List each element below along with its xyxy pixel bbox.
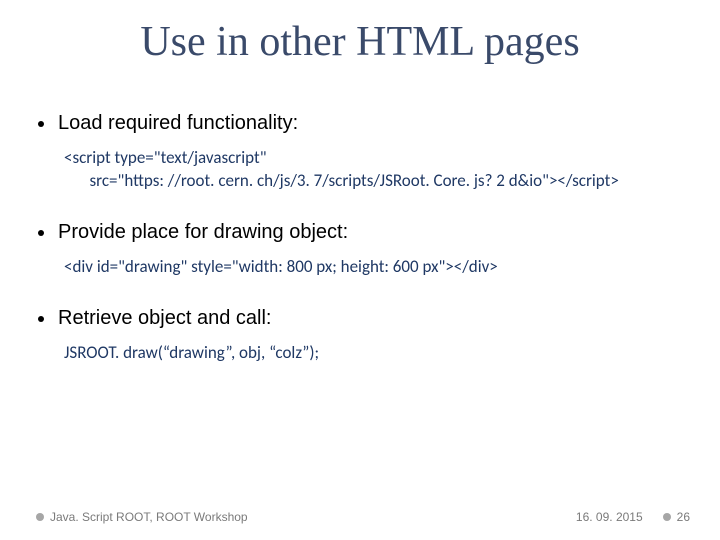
bullet-icon (38, 121, 44, 127)
code-block: <script type="text/javascript" src="http… (64, 147, 678, 193)
slide-content: Load required functionality: <script typ… (38, 108, 678, 393)
bullet-text: Provide place for drawing object: (58, 221, 348, 244)
bullet-item: Load required functionality: (38, 112, 678, 135)
bullet-item: Retrieve object and call: (38, 307, 678, 330)
footer-date: 16. 09. 2015 (576, 510, 643, 524)
dot-icon (663, 513, 671, 521)
code-block: <div id="drawing" style="width: 800 px; … (64, 256, 678, 279)
bullet-icon (38, 316, 44, 322)
footer-left: Java. Script ROOT, ROOT Workshop (36, 510, 248, 524)
footer-source: Java. Script ROOT, ROOT Workshop (50, 510, 248, 524)
footer-page-group: 26 (663, 510, 690, 524)
bullet-text: Retrieve object and call: (58, 307, 271, 330)
bullet-item: Provide place for drawing object: (38, 221, 678, 244)
slide-footer: Java. Script ROOT, ROOT Workshop 16. 09.… (36, 510, 690, 524)
dot-icon (36, 513, 44, 521)
bullet-icon (38, 230, 44, 236)
code-block: JSROOT. draw(“drawing”, obj, “colz”); (64, 342, 678, 365)
bullet-text: Load required functionality: (58, 112, 298, 135)
slide-title: Use in other HTML pages (0, 18, 720, 66)
footer-page: 26 (677, 510, 690, 524)
footer-right: 16. 09. 2015 26 (576, 510, 690, 524)
slide: Use in other HTML pages Load required fu… (0, 0, 720, 540)
